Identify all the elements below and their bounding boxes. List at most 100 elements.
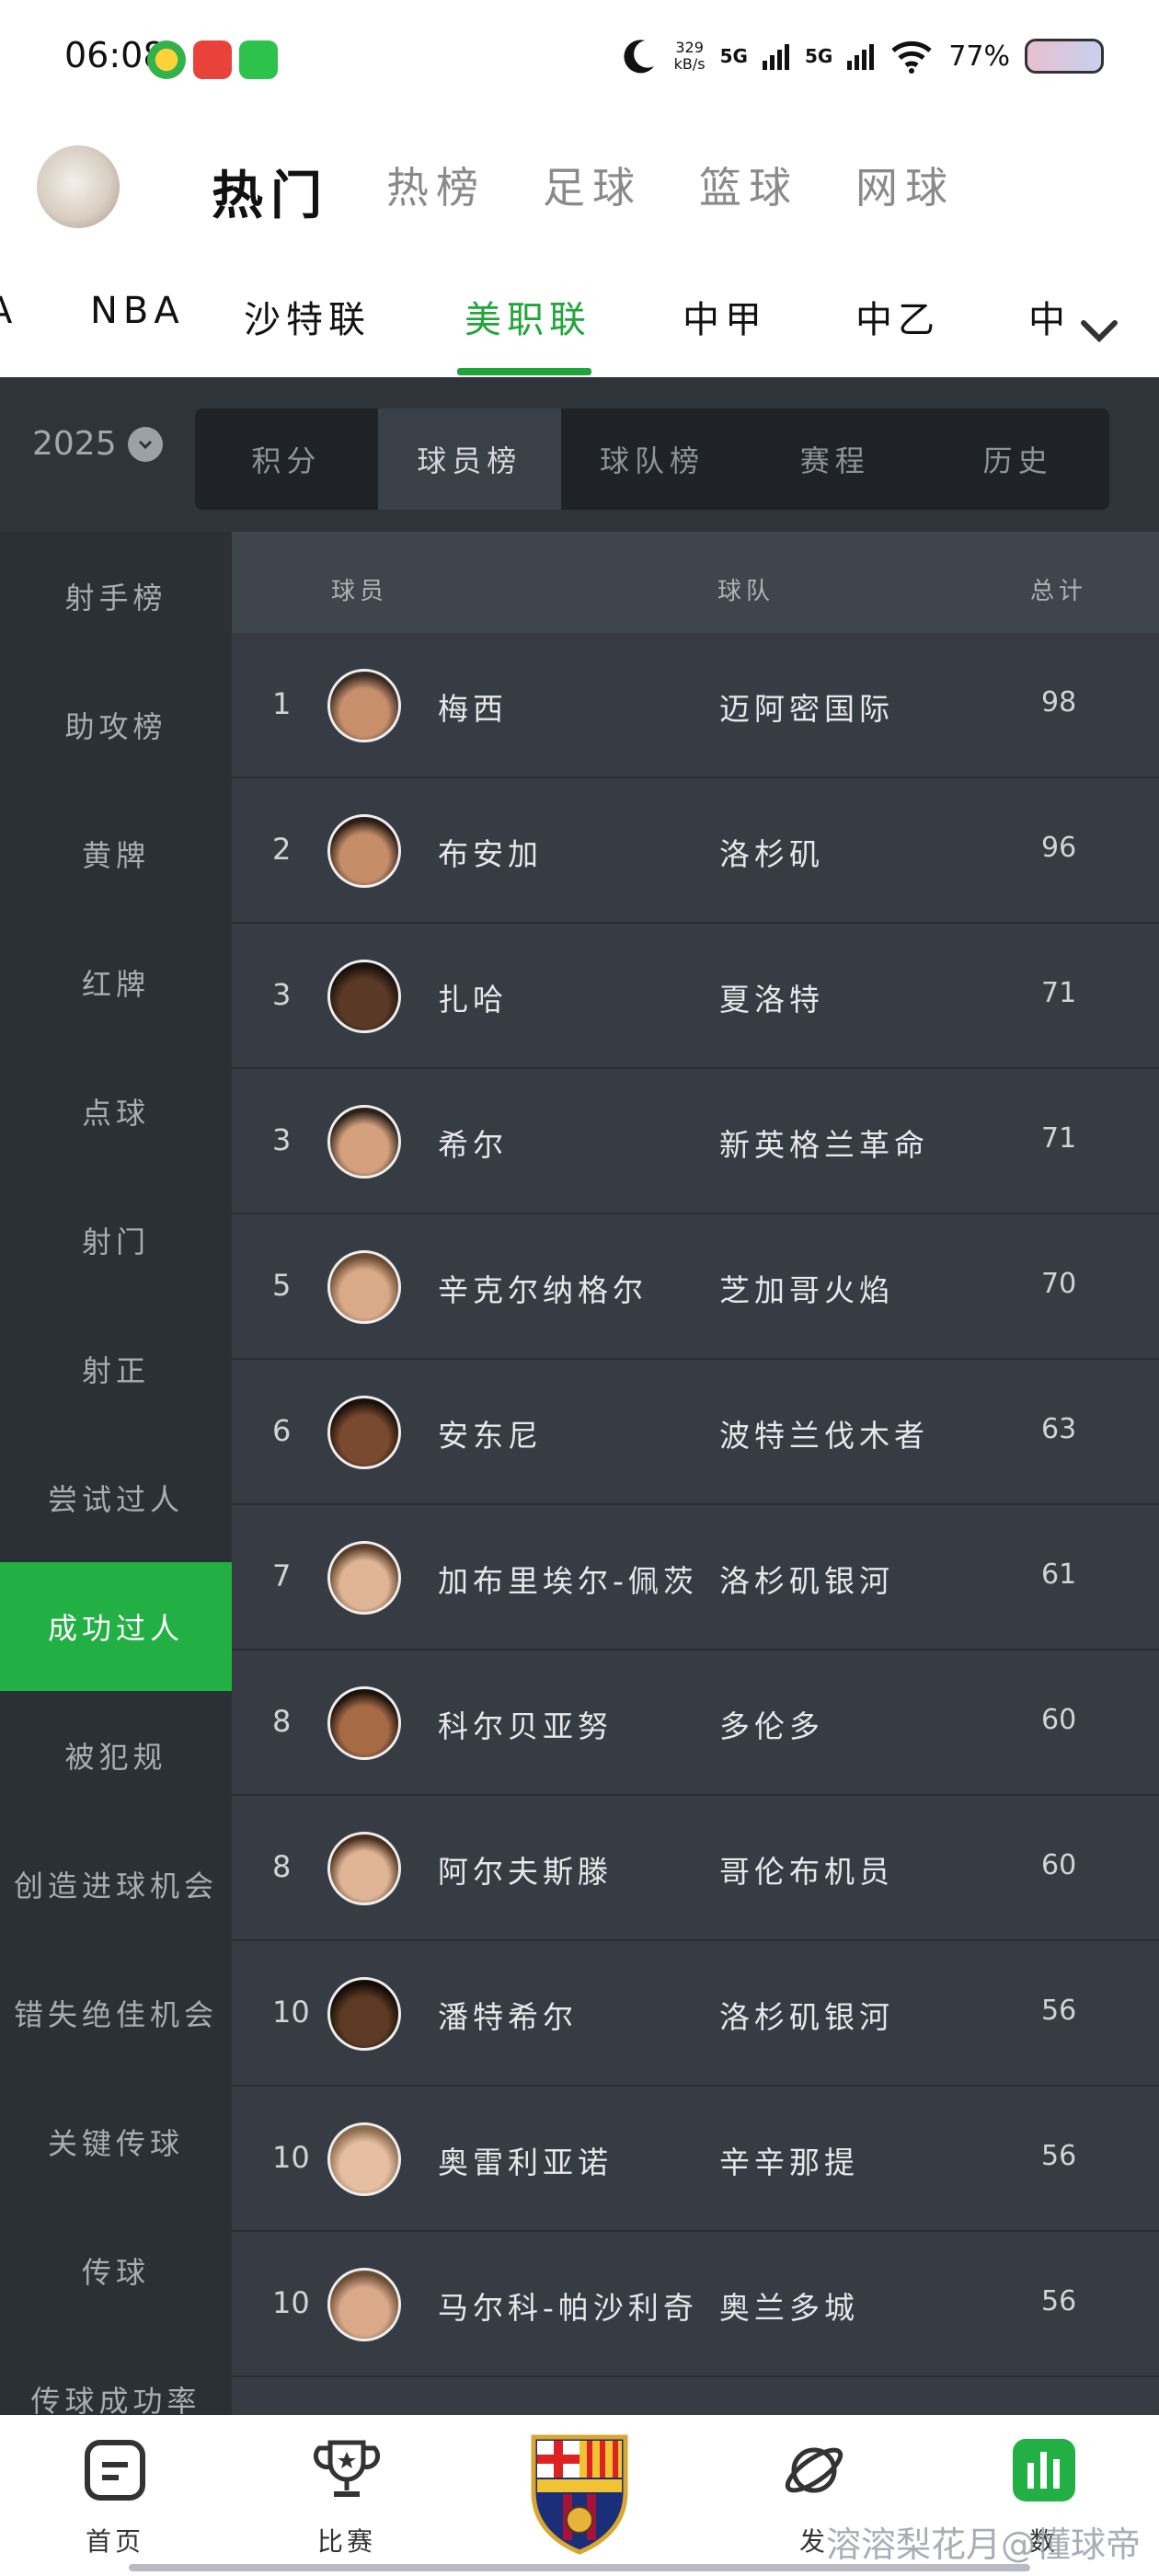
rank: 5 [272, 1268, 292, 1303]
player-name: 布安加 [438, 836, 543, 872]
bottom-nav: 首页 比赛 发 数 溶溶梨花月@懂球帝 [0, 2415, 1159, 2576]
team-name: 洛杉矶银河 [719, 1563, 894, 1599]
rank: 3 [272, 1122, 292, 1157]
sidebar-item-big-chances-missed[interactable]: 错失绝佳机会 [0, 1949, 232, 2077]
moon-icon [624, 40, 654, 74]
top-tabs: 热门 热榜 足球 篮球 网球 [212, 155, 955, 229]
table-row[interactable]: 10 潘特希尔 洛杉矶银河 56 [232, 1941, 1159, 2087]
total-value: 96 [1041, 832, 1077, 864]
league-tab-china-league-two[interactable]: 中乙 [855, 290, 940, 343]
player-avatar [327, 1541, 401, 1615]
rank: 10 [272, 2140, 310, 2175]
tab-basketball[interactable]: 篮球 [699, 155, 798, 229]
sidebar-item-red-cards[interactable]: 红牌 [0, 918, 232, 1047]
league-tab-nba[interactable]: NBA [90, 290, 185, 332]
sidebar-item-dribbles-attempted[interactable]: 尝试过人 [0, 1433, 232, 1562]
sidebar-item-passes[interactable]: 传球 [0, 2206, 232, 2335]
segment-history[interactable]: 历史 [926, 408, 1109, 510]
team-name: 洛杉矶银河 [719, 1999, 894, 2035]
player-name: 科尔贝亚努 [438, 1708, 613, 1744]
player-name: 安东尼 [438, 1418, 543, 1454]
sidebar-item-shots[interactable]: 射门 [0, 1176, 232, 1305]
tab-hot-list[interactable]: 热榜 [386, 155, 486, 229]
player-name: 潘特希尔 [438, 1999, 578, 2035]
club-crest-icon[interactable] [515, 2428, 644, 2557]
table-row[interactable]: 3 扎哈 夏洛特 71 [232, 924, 1159, 1069]
sidebar-item-key-passes[interactable]: 关键传球 [0, 2077, 232, 2206]
rank: 3 [272, 977, 292, 1012]
app-notification-icon [193, 40, 232, 79]
nav-home[interactable]: 首页 [55, 2435, 175, 2559]
segment-schedule[interactable]: 赛程 [743, 408, 926, 510]
planet-icon [785, 2447, 843, 2493]
watermark-text: 溶溶梨花月@懂球帝 [825, 2524, 1141, 2565]
sidebar-item-penalties[interactable]: 点球 [0, 1047, 232, 1176]
app-notification-icon [239, 40, 278, 79]
nav-matches[interactable]: 比赛 [287, 2435, 407, 2559]
rank: 7 [272, 1558, 292, 1593]
tab-hot[interactable]: 热门 [212, 155, 329, 229]
year-selector[interactable]: 2025 [32, 425, 163, 463]
stat-category-sidebar: 射手榜 助攻榜 黄牌 红牌 点球 射门 射正 尝试过人 成功过人 被犯规 创造进… [0, 532, 232, 2415]
team-name: 多伦多 [719, 1708, 824, 1744]
league-tab-saudi[interactable]: 沙特联 [244, 290, 371, 343]
nav-matches-label: 比赛 [316, 2526, 376, 2557]
tab-football[interactable]: 足球 [543, 155, 642, 229]
table-row[interactable]: 8 阿尔夫斯滕 哥伦布机员 60 [232, 1796, 1159, 1941]
app-notification-icon [147, 40, 186, 79]
team-name: 新英格兰革命 [719, 1127, 929, 1163]
total-value: 71 [1041, 977, 1077, 1009]
sidebar-item-shots-on-target[interactable]: 射正 [0, 1305, 232, 1433]
gesture-bar[interactable] [129, 2564, 1030, 2571]
player-avatar [327, 814, 401, 888]
sidebar-item-fouled[interactable]: 被犯规 [0, 1691, 232, 1820]
player-ranking-table: 球员 球队 总计 1 梅西 迈阿密国际 98 2 布安加 洛杉矶 96 3 扎哈 夏洛特 71 3 希尔 新… [232, 532, 1159, 2415]
rank: 8 [272, 1849, 292, 1884]
stats-panel: 2025 积分 球员榜 球队榜 赛程 历史 射手榜 助攻榜 黄牌 红牌 点球 射… [0, 377, 1159, 2415]
year-value: 2025 [32, 425, 117, 463]
table-row[interactable]: 10 奥雷利亚诺 辛辛那提 56 [232, 2087, 1159, 2232]
signal-icon [847, 44, 875, 70]
league-tab-china-league-one[interactable]: 中甲 [683, 290, 767, 343]
player-avatar [327, 1250, 401, 1324]
league-tab-partial[interactable]: A [0, 290, 17, 332]
sidebar-item-yellow-cards[interactable]: 黄牌 [0, 789, 232, 918]
team-name: 夏洛特 [719, 982, 824, 1018]
table-row[interactable]: 10 马尔科-帕沙利奇 奥兰多城 56 [232, 2232, 1159, 2377]
table-row[interactable]: 8 科尔贝亚努 多伦多 60 [232, 1650, 1159, 1796]
segment-team-ranking[interactable]: 球队榜 [561, 408, 744, 510]
player-avatar [327, 669, 401, 742]
chevron-down-icon[interactable] [1076, 308, 1122, 354]
player-avatar [327, 1686, 401, 1760]
table-row[interactable]: 6 安东尼 波特兰伐木者 63 [232, 1360, 1159, 1505]
table-row[interactable]: 2 布安加 洛杉矶 96 [232, 778, 1159, 924]
column-header-team: 球队 [717, 578, 775, 605]
rank: 8 [272, 1704, 292, 1739]
segment-player-ranking[interactable]: 球员榜 [377, 408, 561, 510]
player-name: 希尔 [438, 1127, 508, 1163]
sidebar-item-scorers[interactable]: 射手榜 [0, 532, 232, 661]
segment-standings[interactable]: 积分 [195, 408, 378, 510]
player-name: 梅西 [438, 691, 508, 727]
player-name: 马尔科-帕沙利奇 [438, 2290, 698, 2326]
table-row[interactable]: 5 辛克尔纳格尔 芝加哥火焰 70 [232, 1214, 1159, 1360]
status-bar: 06:08 329 kB/s 5G 5G 77% [0, 0, 1159, 120]
table-row[interactable]: 1 梅西 迈阿密国际 98 [232, 633, 1159, 778]
player-avatar [327, 960, 401, 1033]
status-indicators: 329 kB/s 5G 5G 77% [617, 35, 1104, 77]
table-row[interactable]: 7 加布里埃尔-佩茨 洛杉矶银河 61 [232, 1505, 1159, 1650]
sidebar-item-pass-accuracy[interactable]: 传球成功率 [0, 2335, 232, 2415]
nav-home-label: 首页 [85, 2526, 144, 2557]
total-value: 61 [1041, 1558, 1077, 1591]
sidebar-item-chances-created[interactable]: 创造进球机会 [0, 1820, 232, 1949]
team-name: 洛杉矶 [719, 836, 824, 872]
rank: 1 [272, 686, 292, 721]
tab-tennis[interactable]: 网球 [855, 155, 955, 229]
table-row[interactable]: 3 希尔 新英格兰革命 71 [232, 1069, 1159, 1214]
league-tab-mls[interactable]: 美职联 [465, 290, 591, 343]
avatar[interactable] [37, 145, 120, 228]
status-app-icons [147, 40, 278, 79]
sidebar-item-assists[interactable]: 助攻榜 [0, 661, 232, 789]
league-tab-partial[interactable]: 中 [1028, 290, 1071, 343]
sidebar-item-dribbles-succeeded[interactable]: 成功过人 [0, 1562, 232, 1691]
